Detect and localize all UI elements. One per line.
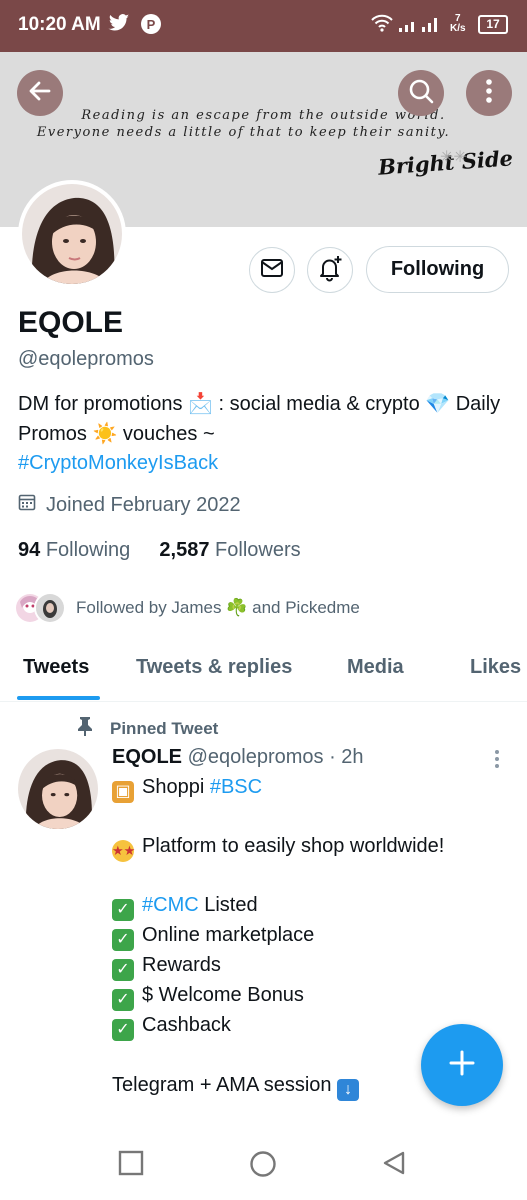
sparkle-icon: ✳︎✳︎ bbox=[440, 149, 467, 166]
banner-quote: Reading is an escape from the outside wo… bbox=[0, 107, 527, 141]
banner-quote-line1: Reading is an escape from the outside wo… bbox=[81, 108, 446, 123]
tab-media[interactable]: Media bbox=[347, 656, 404, 679]
gift-emoji-icon: ▣ bbox=[112, 781, 134, 803]
follow-stats: 94 Following 2,587 Followers bbox=[18, 539, 301, 562]
svg-text:P: P bbox=[147, 17, 156, 32]
tweet-list-1-text: Listed bbox=[204, 894, 258, 917]
twitter-bird-icon bbox=[108, 13, 130, 38]
tab-likes[interactable]: Likes bbox=[470, 656, 521, 679]
recents-button[interactable] bbox=[118, 1150, 144, 1181]
back-arrow-icon bbox=[27, 78, 53, 109]
following-count: 94 bbox=[18, 539, 41, 561]
hashtag-bsc-link[interactable]: #BSC bbox=[210, 776, 262, 798]
calendar-icon bbox=[18, 493, 46, 517]
banner-quote-line2: Everyone needs a little of that to keep … bbox=[36, 125, 451, 140]
tweet-list-3-text: Rewards bbox=[142, 954, 221, 977]
profile-handle: @eqolepromos bbox=[18, 348, 154, 370]
tweet-header: EQOLE @eqolepromos · 2h bbox=[112, 746, 364, 769]
tweet-line-1-text: Shoppi bbox=[142, 776, 205, 798]
tweet-list-4-text: $ Welcome Bonus bbox=[142, 984, 304, 1007]
tweet-list-item: ✓ Online marketplace bbox=[112, 921, 512, 952]
triangle-back-icon bbox=[383, 1151, 405, 1175]
tweet-list-item: ✓ #CMC Listed bbox=[112, 891, 512, 922]
notifications-button[interactable] bbox=[307, 247, 353, 293]
tweet-last-line-text: Telegram + AMA session bbox=[112, 1073, 332, 1096]
compose-tweet-button[interactable] bbox=[421, 1024, 503, 1106]
pin-icon bbox=[76, 716, 110, 741]
followers-stat[interactable]: 2,587 Followers bbox=[159, 539, 300, 561]
check-emoji-icon: ✓ bbox=[112, 1019, 134, 1042]
system-nav-bar bbox=[0, 1130, 527, 1200]
compose-plus-icon bbox=[447, 1048, 477, 1083]
search-button[interactable] bbox=[398, 70, 444, 116]
bio-hashtag-link[interactable]: #CryptoMonkeyIsBack bbox=[18, 452, 218, 474]
check-emoji-icon: ✓ bbox=[112, 989, 134, 1012]
tweet-author-name[interactable]: EQOLE bbox=[112, 746, 182, 768]
profile-bio: DM for promotions 📩 : social media & cry… bbox=[18, 390, 508, 479]
tweet-more-button[interactable] bbox=[487, 748, 507, 770]
search-icon bbox=[407, 77, 435, 110]
tweet-list-5-text: Cashback bbox=[142, 1014, 231, 1037]
active-tab-indicator bbox=[17, 696, 100, 700]
tweet-line-2: ★★ Platform to easily shop worldwide! bbox=[112, 832, 512, 863]
app-notification-icon: P bbox=[140, 13, 162, 40]
more-vertical-icon bbox=[485, 78, 493, 109]
tweet-list-item: ✓ $ Welcome Bonus bbox=[112, 981, 512, 1012]
check-emoji-icon: ✓ bbox=[112, 929, 134, 952]
followed-by[interactable]: Followed by James ☘️ and Pickedme bbox=[14, 590, 360, 626]
pinned-tweet-label: Pinned Tweet bbox=[76, 716, 218, 741]
following-stat[interactable]: 94 Following bbox=[18, 539, 130, 561]
tab-tweets[interactable]: Tweets bbox=[23, 656, 89, 679]
bell-plus-icon bbox=[316, 254, 344, 287]
follower-avatar-2 bbox=[34, 592, 66, 624]
profile-avatar[interactable] bbox=[18, 180, 126, 288]
more-vertical-icon bbox=[495, 750, 499, 768]
avatar-photo bbox=[22, 184, 122, 284]
more-options-button[interactable] bbox=[466, 70, 512, 116]
square-icon bbox=[118, 1150, 144, 1176]
tweet-list-2-text: Online marketplace bbox=[142, 924, 315, 947]
tweet-line-2-text: Platform to easily shop worldwide! bbox=[142, 835, 445, 858]
tab-tweets-and-replies[interactable]: Tweets & replies bbox=[136, 656, 292, 679]
bio-text: DM for promotions 📩 : social media & cry… bbox=[18, 393, 501, 445]
tweet-author-avatar[interactable] bbox=[18, 749, 98, 829]
battery-indicator: 17 bbox=[478, 15, 508, 34]
followed-by-text: Followed by James ☘️ and Pickedme bbox=[76, 598, 360, 617]
speed-unit: K/s bbox=[450, 23, 466, 34]
joined-date: Joined February 2022 bbox=[18, 493, 241, 517]
pinned-text: Pinned Tweet bbox=[110, 718, 219, 738]
mail-icon bbox=[260, 258, 284, 283]
status-bar: 10:20 AM P 7 K/s 17 bbox=[0, 0, 527, 52]
back-nav-button[interactable] bbox=[381, 1150, 407, 1181]
tweet-avatar-photo bbox=[18, 749, 98, 829]
followers-count: 2,587 bbox=[159, 539, 210, 561]
joined-text: Joined February 2022 bbox=[46, 493, 241, 516]
tweet-line-1: ▣ Shoppi #BSC bbox=[112, 773, 512, 803]
circle-icon bbox=[250, 1151, 276, 1177]
back-button[interactable] bbox=[17, 70, 63, 116]
wifi-icon bbox=[370, 13, 394, 38]
status-time: 10:20 AM bbox=[18, 14, 101, 35]
profile-tabs: Tweets Tweets & replies Media Likes bbox=[0, 640, 527, 702]
followers-label: Followers bbox=[215, 539, 301, 561]
profile-name: EQOLE bbox=[18, 306, 124, 339]
check-emoji-icon: ✓ bbox=[112, 899, 134, 922]
signal-icon bbox=[398, 13, 442, 38]
hashtag-cmc-link[interactable]: #CMC bbox=[142, 894, 199, 916]
down-arrow-emoji-icon: ↓ bbox=[337, 1078, 360, 1101]
star-eyes-emoji-icon: ★★ bbox=[112, 840, 135, 863]
following-label: Following bbox=[45, 539, 131, 561]
network-speed: 7 K/s bbox=[450, 14, 466, 34]
message-button[interactable] bbox=[249, 247, 295, 293]
home-button[interactable] bbox=[249, 1150, 277, 1183]
tweet-list-item: ✓ Rewards bbox=[112, 951, 512, 982]
check-emoji-icon: ✓ bbox=[112, 959, 134, 982]
tweet-author-meta: @eqolepromos · 2h bbox=[187, 746, 364, 768]
following-button[interactable]: Following bbox=[366, 246, 509, 293]
